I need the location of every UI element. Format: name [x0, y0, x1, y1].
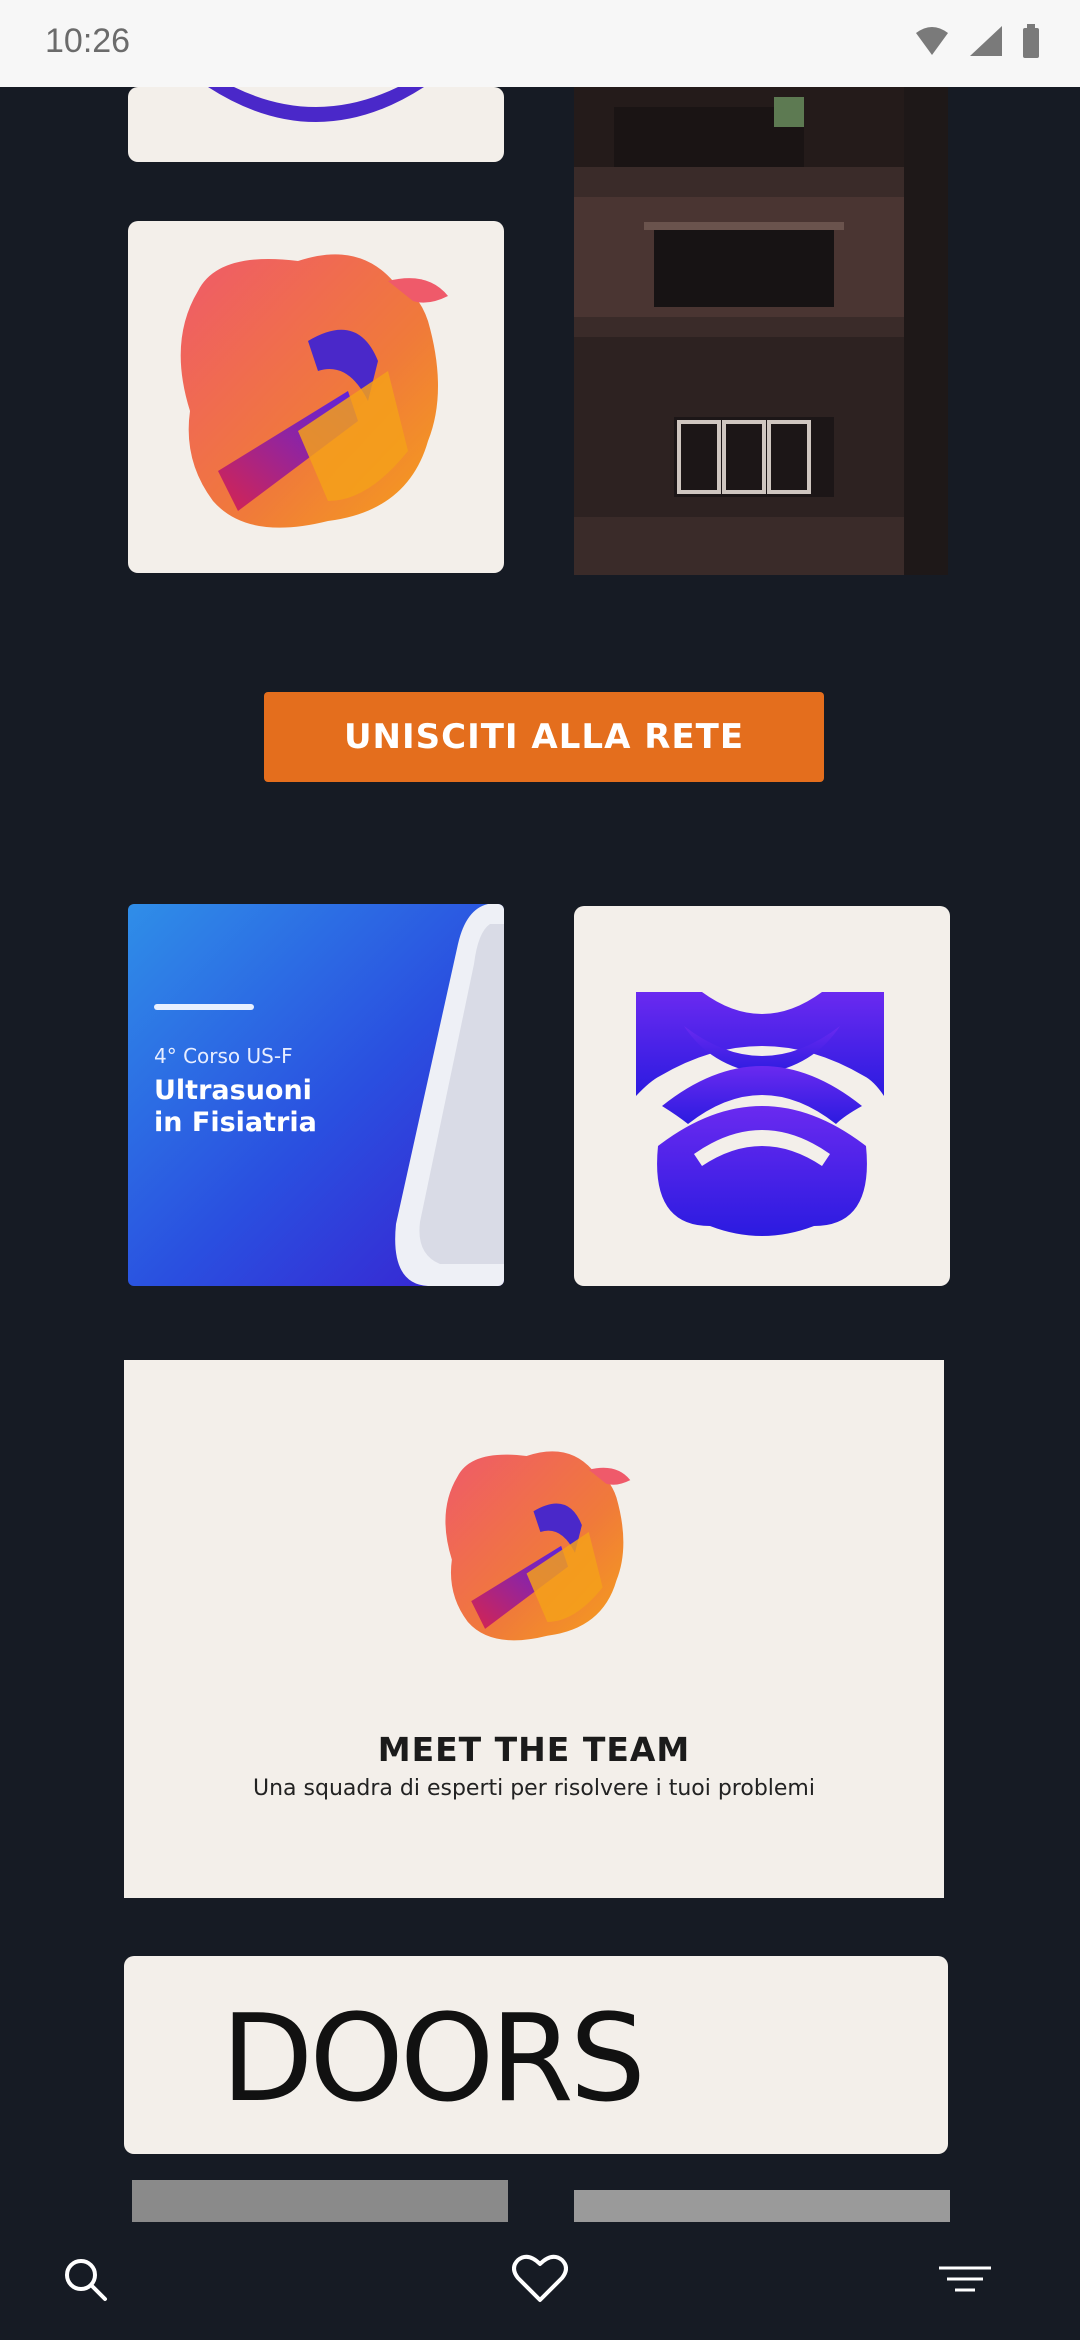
building-image [574, 87, 948, 575]
team-title: MEET THE TEAM [377, 1730, 691, 1769]
doors-logo: DOORS [124, 1956, 948, 2154]
phone-image [395, 904, 504, 1286]
purple-arc-logo [208, 87, 424, 122]
doors-logo-text: DOORS [221, 1996, 642, 2116]
building-photo[interactable] [574, 87, 948, 575]
signal-icon [970, 26, 1002, 56]
nav-menu-button[interactable] [930, 2244, 1000, 2314]
bottom-navigation [0, 2222, 1080, 2340]
network-logo-card[interactable] [128, 221, 504, 573]
status-time: 10:26 [45, 22, 131, 60]
colorful-blob-logo-large [445, 1451, 631, 1641]
menu-icon [939, 2266, 991, 2292]
doors-card[interactable]: DOORS [124, 1956, 948, 2154]
ultrasound-waves-logo [636, 992, 884, 1236]
heart-icon [512, 2254, 568, 2302]
nav-search-button[interactable] [50, 2244, 120, 2314]
join-network-label: UNISCITI ALLA RETE [343, 717, 745, 757]
ultrasound-logo-card[interactable] [574, 906, 950, 1286]
team-subtitle: Una squadra di esperti per risolvere i t… [253, 1776, 815, 1801]
course-card[interactable]: 4° Corso US-F Ultrasuoni in Fisiatria [128, 904, 504, 1286]
join-network-button[interactable]: UNISCITI ALLA RETE [264, 692, 824, 782]
logo-card-top[interactable] [128, 87, 504, 162]
nav-favorites-button[interactable] [505, 2244, 575, 2314]
search-icon [65, 2259, 107, 2301]
battery-icon [1023, 24, 1039, 58]
colorful-blob-logo [180, 254, 448, 528]
wifi-icon [916, 27, 948, 55]
meet-team-card[interactable]: MEET THE TEAM Una squadra di esperti per… [124, 1360, 944, 1898]
status-bar: 10:26 [0, 0, 1080, 87]
